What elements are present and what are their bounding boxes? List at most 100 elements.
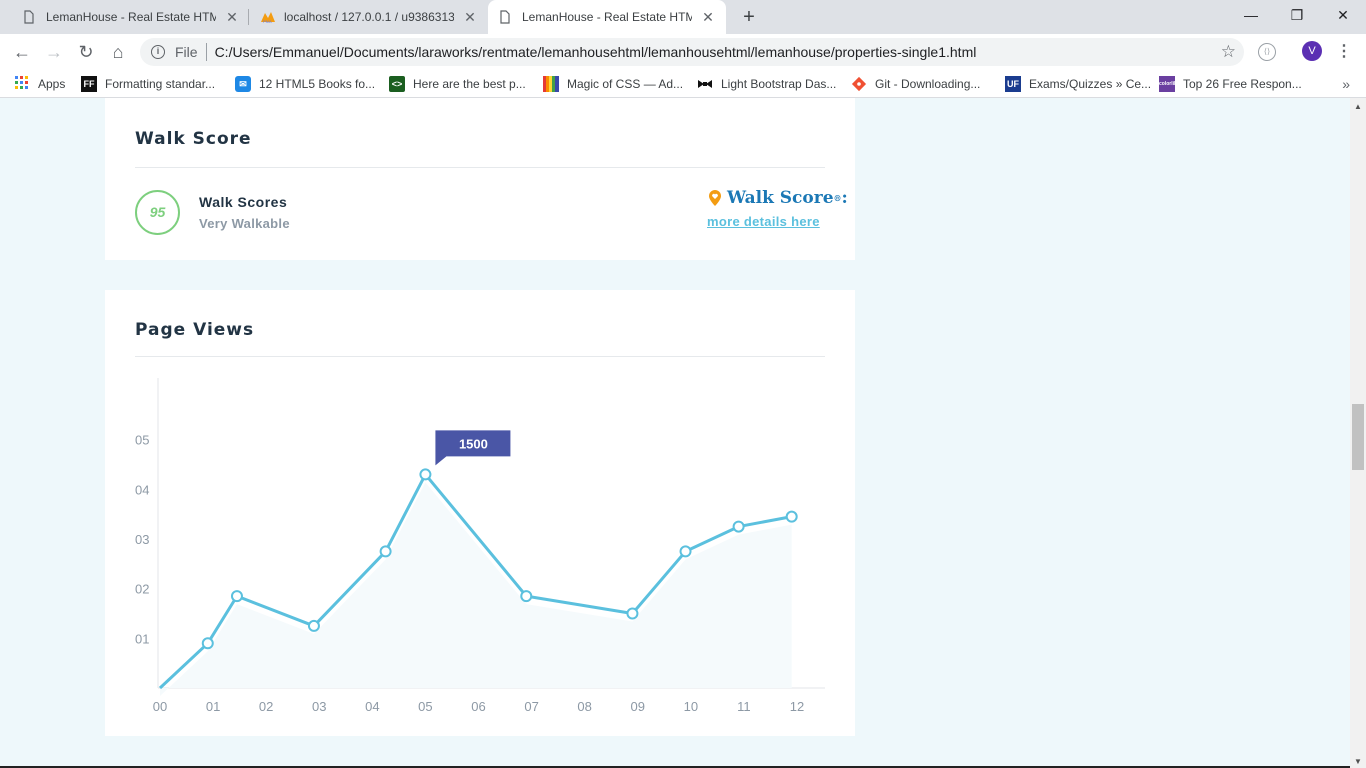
tab-lemanhouse-1[interactable]: LemanHouse - Real Estate HTML ✕ — [12, 0, 250, 34]
bookmark-formatting[interactable]: FF Formatting standar... — [81, 76, 215, 92]
chart-data-point — [201, 637, 214, 650]
y-tick-label: 03 — [135, 532, 149, 547]
tab-title: LemanHouse - Real Estate HTML — [522, 10, 692, 24]
x-tick-label: 05 — [418, 699, 432, 714]
bookmark-label: Formatting standar... — [105, 77, 216, 91]
x-tick-label: 01 — [206, 699, 220, 714]
close-tab-icon[interactable]: ✕ — [700, 9, 716, 26]
walk-score-label: Walk Scores — [199, 194, 288, 210]
bookmark-label: Here are the best p... — [413, 77, 526, 91]
walk-score-badge: 95 — [135, 190, 180, 235]
url-text[interactable]: C:/Users/Emmanuel/Documents/laraworks/re… — [215, 44, 977, 60]
walk-score-logo: Walk Score ®: — [709, 188, 848, 208]
x-tick-label: 12 — [790, 699, 804, 714]
mail-icon: ✉ — [235, 76, 251, 92]
bookmark-label: Top 26 Free Respon... — [1183, 77, 1302, 91]
new-tab-button[interactable]: + — [736, 4, 762, 30]
extension-icon[interactable]: ⟨⟩ — [1258, 43, 1276, 61]
x-tick-label: 00 — [153, 699, 167, 714]
walk-score-logo-colon: : — [841, 188, 848, 208]
apps-grid-icon — [14, 76, 30, 92]
bookmark-label: 12 HTML5 Books fo... — [259, 77, 376, 91]
bookmark-label: Magic of CSS — Ad... — [567, 77, 684, 91]
browser-toolbar: ← → ↻ ⌂ i File C:/Users/Emmanuel/Documen… — [0, 34, 1366, 70]
bookmark-label: Exams/Quizzes » Ce... — [1029, 77, 1152, 91]
page-scrollbar[interactable]: ▲ ▼ — [1350, 98, 1366, 768]
x-tick-label: 08 — [577, 699, 591, 714]
minimize-button[interactable]: — — [1228, 0, 1274, 32]
bookmark-top-26[interactable]: colorlib Top 26 Free Respon... — [1159, 76, 1302, 92]
y-tick-label: 04 — [135, 482, 149, 497]
bookmark-label: Git - Downloading... — [875, 77, 981, 91]
bookmark-html5-books[interactable]: ✉ 12 HTML5 Books fo... — [235, 76, 375, 92]
bookmark-best-p[interactable]: <> Here are the best p... — [389, 76, 526, 92]
x-tick-label: 11 — [737, 699, 751, 714]
address-divider — [205, 43, 207, 61]
scroll-thumb[interactable] — [1352, 404, 1364, 470]
page-content: Walk Score 95 Walk Scores Very Walkable … — [0, 98, 1350, 768]
close-tab-icon[interactable]: ✕ — [224, 9, 240, 26]
document-icon — [22, 10, 36, 24]
bookmark-star-icon[interactable]: ☆ — [1221, 42, 1236, 62]
chart-data-point — [732, 520, 745, 533]
location-pin-icon — [709, 190, 721, 206]
chart-data-point — [307, 619, 320, 632]
code-icon: <> — [389, 76, 405, 92]
scroll-down-arrow-icon[interactable]: ▼ — [1354, 757, 1362, 766]
bookmark-label: Apps — [38, 77, 66, 91]
tab-lemanhouse-active[interactable]: LemanHouse - Real Estate HTML ✕ — [488, 0, 726, 34]
page-views-chart: 01 02 03 04 05 00 01 02 03 04 05 06 07 08 09 10 11 12 1500 — [135, 378, 825, 714]
close-window-button[interactable]: ✕ — [1320, 0, 1366, 32]
maximize-button[interactable]: ❐ — [1274, 0, 1320, 32]
walk-score-rating: Very Walkable — [199, 216, 290, 231]
more-details-link[interactable]: more details here — [707, 214, 820, 229]
bookmark-light-bootstrap[interactable]: Light Bootstrap Das... — [697, 76, 836, 92]
chart-data-point — [626, 607, 639, 620]
address-bar[interactable]: i File C:/Users/Emmanuel/Documents/laraw… — [140, 38, 1244, 66]
back-button[interactable]: ← — [10, 40, 34, 64]
x-tick-label: 02 — [259, 699, 273, 714]
menu-kebab-icon[interactable]: ⋮ — [1336, 41, 1352, 63]
chart-data-point — [679, 545, 692, 558]
document-icon — [498, 10, 512, 24]
bookmarks-more-button[interactable]: » — [1342, 76, 1350, 92]
info-icon[interactable]: i — [151, 45, 165, 59]
walk-score-card: Walk Score 95 Walk Scores Very Walkable … — [105, 98, 855, 260]
bookmark-apps[interactable]: Apps — [14, 76, 65, 92]
x-tick-label: 04 — [365, 699, 379, 714]
bookmark-magic-css[interactable]: Magic of CSS — Ad... — [543, 76, 683, 92]
x-tick-label: 07 — [524, 699, 538, 714]
section-divider — [135, 167, 825, 168]
rainbow-icon — [543, 76, 559, 92]
git-icon — [851, 76, 867, 92]
tab-strip: LemanHouse - Real Estate HTML ✕ PMA loca… — [0, 0, 1366, 34]
bookmark-label: Light Bootstrap Das... — [721, 77, 837, 91]
bookmarks-bar: Apps FF Formatting standar... ✉ 12 HTML5… — [0, 70, 1366, 98]
forward-button[interactable]: → — [42, 40, 66, 64]
x-tick-label: 09 — [631, 699, 645, 714]
home-button[interactable]: ⌂ — [106, 40, 130, 64]
scroll-up-arrow-icon[interactable]: ▲ — [1354, 102, 1362, 111]
profile-avatar[interactable]: V — [1302, 41, 1322, 61]
registered-mark: ® — [833, 193, 842, 203]
tab-title: LemanHouse - Real Estate HTML — [46, 10, 216, 24]
tab-divider — [248, 9, 249, 25]
chart-data-point — [785, 510, 798, 523]
ff-icon: FF — [81, 76, 97, 92]
bookmark-git[interactable]: Git - Downloading... — [851, 76, 980, 92]
reload-button[interactable]: ↻ — [74, 40, 98, 64]
colorlib-icon: colorlib — [1159, 76, 1177, 92]
chart-data-point — [419, 468, 432, 481]
x-tick-label: 06 — [471, 699, 485, 714]
chart-area-fill — [160, 482, 792, 696]
page-views-card: Page Views 01 02 03 04 05 00 01 02 03 04 05 06 07 08 0… — [105, 290, 855, 736]
walk-score-logo-text: Walk Score — [727, 188, 834, 208]
tab-phpmyadmin[interactable]: PMA localhost / 127.0.0.1 / u93863137 ✕ — [250, 0, 488, 34]
bookmark-exams[interactable]: UF Exams/Quizzes » Ce... — [1005, 76, 1151, 92]
walk-score-heading: Walk Score — [135, 129, 252, 149]
chart-data-point — [379, 545, 392, 558]
chart-data-point — [230, 590, 243, 603]
x-tick-label: 10 — [684, 699, 698, 714]
bowtie-icon — [697, 76, 713, 92]
close-tab-icon[interactable]: ✕ — [462, 9, 478, 26]
